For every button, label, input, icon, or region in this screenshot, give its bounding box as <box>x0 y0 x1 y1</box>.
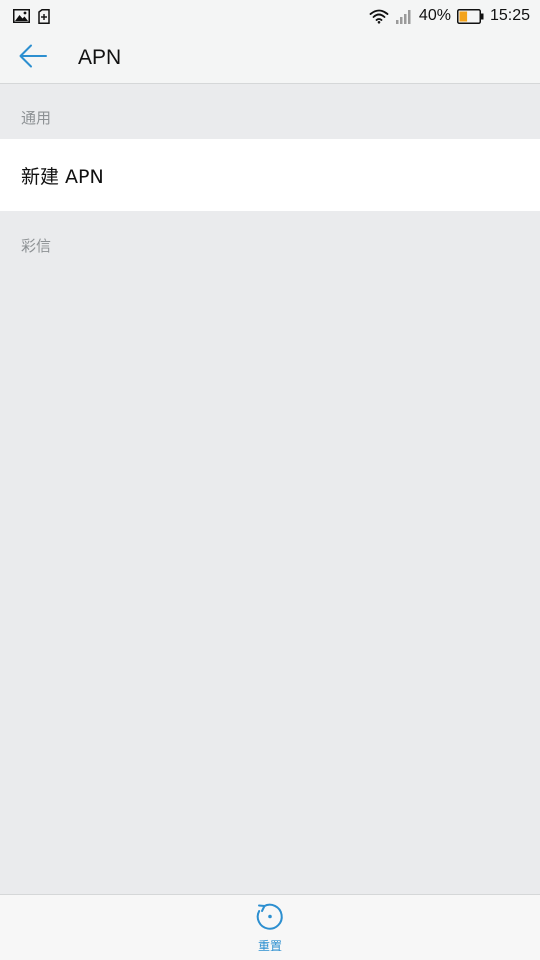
status-right: 40% 15:25 <box>369 7 530 25</box>
reset-label: 重置 <box>257 939 282 953</box>
app-header: APN <box>0 32 540 84</box>
image-icon <box>13 9 30 23</box>
page-title: APN <box>78 45 122 69</box>
battery-percent: 40% <box>418 7 451 24</box>
new-apn-label: 新建 APN <box>21 165 104 188</box>
battery-icon <box>456 8 484 24</box>
reset-button[interactable]: 重置 <box>240 901 300 957</box>
section-label-general: 通用 <box>21 109 52 127</box>
sim-card-icon <box>38 8 50 24</box>
wifi-icon <box>369 9 389 24</box>
status-bar: 40% 15:25 <box>0 0 540 32</box>
back-arrow-icon <box>18 43 48 73</box>
back-button[interactable] <box>0 32 66 83</box>
section-label-mms: 彩信 <box>21 237 52 255</box>
new-apn-item[interactable]: 新建 APN <box>0 139 540 211</box>
battery-fill <box>459 11 468 21</box>
bottom-action-bar: 重置 <box>0 894 540 960</box>
signal-icon <box>395 9 413 24</box>
reset-icon <box>255 901 285 935</box>
clock: 15:25 <box>489 7 530 24</box>
status-left <box>13 8 50 24</box>
